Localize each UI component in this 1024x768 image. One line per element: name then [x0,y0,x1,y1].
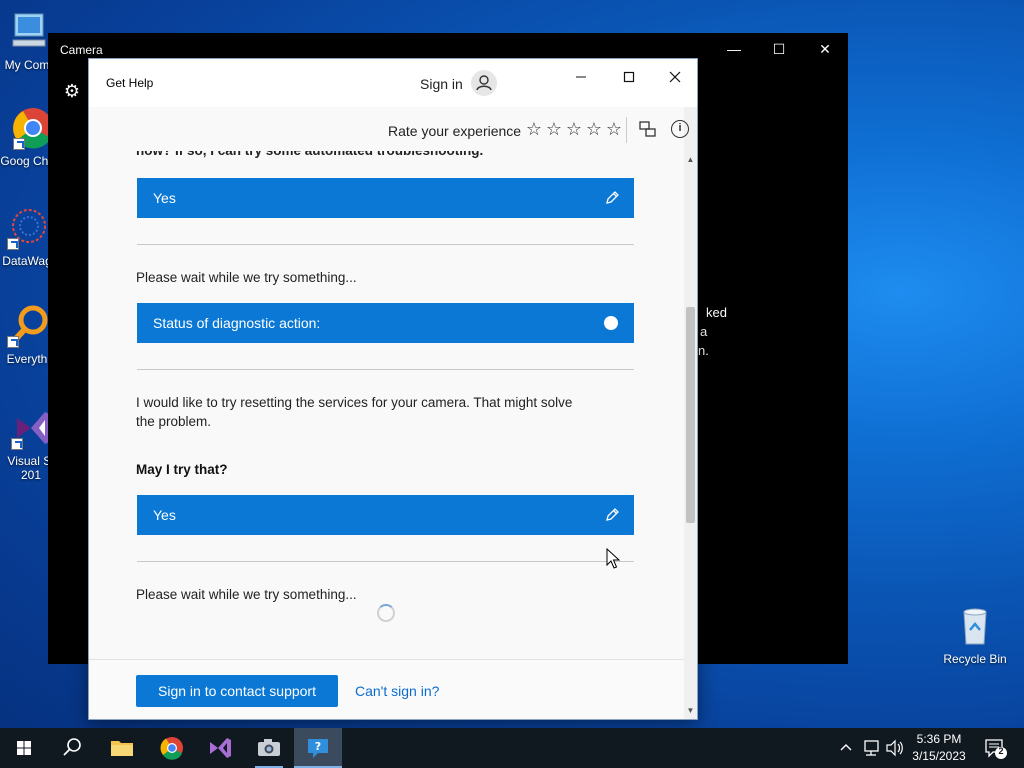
computer-icon [5,10,49,54]
taskbar-clock[interactable]: 5:36 PM 3/15/2023 [905,731,973,765]
camera-minimize-button[interactable]: — [711,39,757,61]
taskbar-search-button[interactable] [48,728,96,768]
scroll-up-arrow-icon[interactable]: ▲ [686,155,695,164]
clock-date: 3/15/2023 [912,749,966,763]
support-footer: Sign in to contact support Can't sign in… [89,659,684,719]
speaker-icon [886,739,903,757]
recycle-bin-icon [953,604,997,648]
star-rating: ☆ ☆ ☆ ☆ ☆ [524,119,624,140]
windows-logo-icon [17,741,31,755]
desktop-icon-label: Recycle Bin [943,652,1007,666]
start-button[interactable] [0,728,48,768]
camera-settings-gear-icon[interactable]: ⚙ [62,81,82,101]
star-icon-5[interactable]: ☆ [604,119,624,140]
edit-pencil-icon[interactable] [604,190,620,206]
edit-pencil-icon[interactable] [604,507,620,523]
bot-message-suggestion: I would like to try resetting the servic… [136,395,573,429]
sign-in-link[interactable]: Sign in [420,76,463,92]
folder-icon [111,741,133,756]
help-icon: ? [308,739,328,758]
network-icon [864,740,879,756]
notification-center-button[interactable]: 2 [978,728,1012,768]
loading-spinner-icon [377,604,395,622]
minimize-button[interactable] [558,63,604,93]
camera-maximize-button[interactable]: ☐ [756,39,802,61]
search-icon [63,738,81,756]
rate-experience-label: Rate your experience [388,123,522,139]
shortcut-arrow-icon [7,238,19,250]
volume-tray-button[interactable] [883,728,905,768]
check-circle-icon [604,316,618,338]
show-hidden-icons-button[interactable] [836,728,856,768]
chevron-up-icon [840,744,852,751]
desktop-icon-recycle-bin[interactable]: Recycle Bin [940,604,1010,666]
svg-text:?: ? [315,740,321,753]
shortcut-arrow-icon [13,138,25,150]
diagnostic-status-text: Status of diagnostic action: [153,315,321,331]
person-icon [476,75,492,91]
taskbar-file-explorer[interactable] [98,728,146,768]
sign-in-contact-support-button[interactable]: Sign in to contact support [136,675,338,707]
star-icon-3[interactable]: ☆ [564,119,584,140]
taskbar: ? 5:36 PM 3/15/2023 2 [0,728,1024,768]
answer-yes-bar[interactable]: Yes [137,495,634,535]
taskbar-get-help[interactable]: ? [294,728,342,768]
camera-window-title: Camera [60,43,103,57]
answer-text: Yes [153,190,176,206]
everything-search-icon [5,304,49,348]
camera-icon [258,739,280,756]
info-icon[interactable]: i [671,120,689,138]
datawag-icon [5,206,49,250]
taskbar-visual-studio[interactable] [196,728,244,768]
scroll-down-arrow-icon[interactable]: ▼ [686,706,695,715]
chrome-icon [160,737,183,760]
shortcut-arrow-icon [11,438,23,450]
star-icon-2[interactable]: ☆ [544,119,564,140]
rating-bar: Rate your experience ☆ ☆ ☆ ☆ ☆ i [89,107,689,151]
avatar[interactable] [471,70,497,96]
conversation-pane[interactable]: Rate your experience ☆☆☆☆☆ i now? If so,… [89,107,697,659]
maximize-button[interactable] [606,63,652,93]
visual-studio-icon [9,406,53,450]
answer-text: Yes [153,507,176,523]
star-icon-1[interactable]: ☆ [524,119,544,140]
taskbar-camera[interactable] [245,728,293,768]
notification-icon [985,739,1007,759]
maximize-icon [623,71,635,83]
bot-message-wait: Please wait while we try something... [136,270,357,285]
cant-sign-in-link[interactable]: Can't sign in? [355,683,439,699]
mouse-cursor-icon [606,548,621,569]
camera-message-text: ked a n. [698,305,727,358]
divider [137,244,634,245]
share-feedback-icon[interactable] [638,119,658,139]
scrollbar-thumb[interactable] [686,307,695,523]
clock-time: 5:36 PM [916,732,962,746]
get-help-window: Get Help Sign in Rate your experience ☆ ☆… [88,58,698,720]
vertical-scrollbar[interactable]: ▲ ▼ [684,107,697,719]
rating-divider [626,117,627,143]
notification-count-badge: 2 [998,746,1004,756]
answer-yes-bar[interactable]: Yes [137,178,634,218]
star-icon-4[interactable]: ☆ [584,119,604,140]
visual-studio-icon [210,738,231,758]
taskbar-chrome[interactable] [148,728,196,768]
diagnostic-status-bar[interactable]: Status of diagnostic action: [137,303,634,343]
divider [137,369,634,370]
network-tray-button[interactable] [860,728,882,768]
divider [137,561,634,562]
close-button[interactable] [652,63,697,93]
bot-question: May I try that? [136,462,228,477]
minimize-icon [576,76,586,78]
shortcut-arrow-icon [7,336,19,348]
bot-message-wait: Please wait while we try something... [136,587,357,602]
close-icon [669,71,681,83]
get-help-title: Get Help [106,76,154,90]
get-help-titlebar[interactable]: Get Help Sign in [89,59,697,107]
camera-close-button[interactable]: ✕ [802,39,848,61]
